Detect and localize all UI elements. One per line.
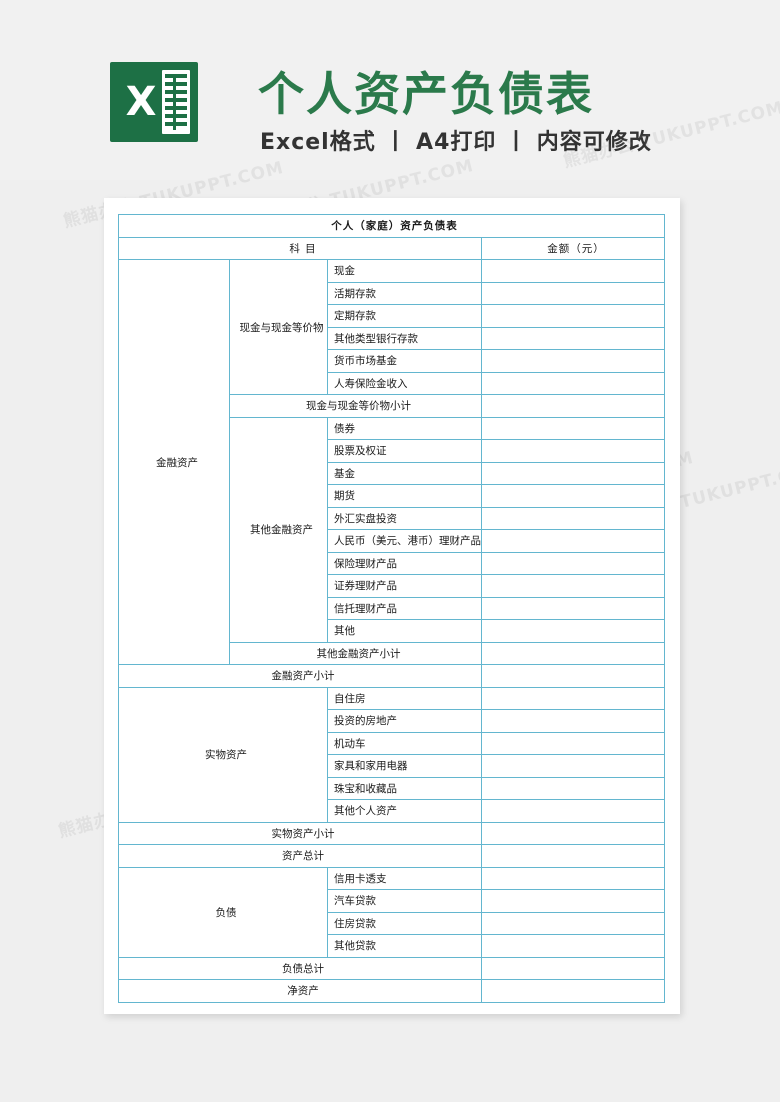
subtotal-other-financial: 其他金融资产小计 (229, 641, 482, 665)
value-stock-warrant[interactable] (481, 439, 665, 463)
total-liabilities: 负债总计 (118, 956, 482, 980)
item-motor-vehicle: 机动车 (327, 731, 482, 755)
subgroup-other-financial: 其他金融资产 (229, 416, 328, 643)
excel-logo-grid-icon (162, 70, 190, 134)
item-securities-wealth-product: 证券理财产品 (327, 574, 482, 598)
group-financial-assets: 金融资产 (118, 259, 230, 665)
total-assets: 资产总计 (118, 844, 482, 868)
table-row-total: 金融资产小计 (118, 664, 665, 688)
subtotal-financial-assets: 金融资产小计 (118, 664, 482, 688)
table-row: 负债 信用卡透支 (118, 866, 665, 958)
value-futures[interactable] (481, 484, 665, 508)
table-title: 个人（家庭）资产负债表 (118, 214, 665, 238)
item-money-market-fund: 货币市场基金 (327, 349, 482, 373)
item-credit-card-overdraft: 信用卡透支 (327, 866, 482, 890)
value-liabilities-total[interactable] (481, 956, 665, 980)
item-investment-real-estate: 投资的房地产 (327, 709, 482, 733)
value-motor-vehicle[interactable] (481, 731, 665, 755)
item-furniture-appliance: 家具和家用电器 (327, 754, 482, 778)
item-life-insurance-income: 人寿保险金收入 (327, 371, 482, 395)
excel-logo-letter: X (125, 79, 157, 125)
item-forex-spot: 外汇实盘投资 (327, 506, 482, 530)
table-row: 金融资产 现金与现金等价物 现金 (118, 259, 665, 665)
value-securities-wealth-product[interactable] (481, 574, 665, 598)
table-row-total: 净资产 (118, 979, 665, 1003)
promo-subline: Excel格式 丨 A4打印 丨 内容可修改 (260, 130, 652, 155)
promo-banner: X 个人资产负债表 Excel格式 丨 A4打印 丨 内容可修改 (0, 0, 780, 180)
promo-headline: 个人资产负债表 (258, 67, 594, 121)
subgroup-cash-equivalents: 现金与现金等价物 (229, 259, 328, 395)
value-trust-wealth-product[interactable] (481, 596, 665, 620)
item-rmb-wealth-product: 人民币（美元、港币）理财产品 (327, 529, 482, 553)
page-root: X 个人资产负债表 Excel格式 丨 A4打印 丨 内容可修改 熊猫办公 TU… (0, 0, 780, 1102)
value-time-deposit[interactable] (481, 304, 665, 328)
header-subject: 科 目 (118, 236, 482, 260)
value-demand-deposit[interactable] (481, 281, 665, 305)
value-own-house[interactable] (481, 686, 665, 710)
table-row-total: 负债总计 (118, 956, 665, 980)
item-futures: 期货 (327, 484, 482, 508)
table-row-total: 资产总计 (118, 844, 665, 868)
item-own-house: 自住房 (327, 686, 482, 710)
item-housing-loan: 住房贷款 (327, 911, 482, 935)
table-title-row: 个人（家庭）资产负债表 (118, 214, 665, 238)
value-insurance-wealth-product[interactable] (481, 551, 665, 575)
item-car-loan: 汽车贷款 (327, 889, 482, 913)
value-other-personal-asset[interactable] (481, 799, 665, 823)
value-physical-assets-subtotal[interactable] (481, 821, 665, 845)
item-other-bank-deposit: 其他类型银行存款 (327, 326, 482, 350)
value-cash-equivalents-subtotal[interactable] (481, 394, 665, 418)
value-assets-total[interactable] (481, 844, 665, 868)
item-other: 其他 (327, 619, 482, 643)
value-credit-card-overdraft[interactable] (481, 866, 665, 890)
group-physical-assets: 实物资产 (118, 686, 328, 823)
header-amount: 金额（元） (481, 236, 665, 260)
value-other-bank-deposit[interactable] (481, 326, 665, 350)
value-rmb-wealth-product[interactable] (481, 529, 665, 553)
subtotal-physical-assets: 实物资产小计 (118, 821, 482, 845)
item-other-loan: 其他贷款 (327, 934, 482, 958)
table-row-total: 实物资产小计 (118, 821, 665, 845)
value-money-market-fund[interactable] (481, 349, 665, 373)
value-fund[interactable] (481, 461, 665, 485)
group-liabilities: 负债 (118, 866, 328, 958)
value-car-loan[interactable] (481, 889, 665, 913)
item-cash: 现金 (327, 259, 482, 283)
value-investment-real-estate[interactable] (481, 709, 665, 733)
item-other-personal-asset: 其他个人资产 (327, 799, 482, 823)
net-assets: 净资产 (118, 979, 482, 1003)
item-jewelry-collection: 珠宝和收藏品 (327, 776, 482, 800)
table-header-row: 科 目 金额（元） (118, 236, 665, 260)
value-life-insurance-income[interactable] (481, 371, 665, 395)
excel-logo-icon: X (110, 62, 198, 142)
value-forex-spot[interactable] (481, 506, 665, 530)
value-net-assets[interactable] (481, 979, 665, 1003)
item-insurance-wealth-product: 保险理财产品 (327, 551, 482, 575)
value-other[interactable] (481, 619, 665, 643)
value-other-loan[interactable] (481, 934, 665, 958)
item-fund: 基金 (327, 461, 482, 485)
value-furniture-appliance[interactable] (481, 754, 665, 778)
balance-sheet-table: 个人（家庭）资产负债表 科 目 金额（元） 金融资产 现金与现金等价物 现金 活… (118, 214, 665, 1003)
item-time-deposit: 定期存款 (327, 304, 482, 328)
item-stock-warrant: 股票及权证 (327, 439, 482, 463)
subtotal-cash-equivalents: 现金与现金等价物小计 (229, 394, 482, 418)
value-cash[interactable] (481, 259, 665, 283)
item-trust-wealth-product: 信托理财产品 (327, 596, 482, 620)
table-row: 实物资产 自住房 (118, 686, 665, 823)
item-bond: 债券 (327, 416, 482, 440)
value-other-financial-subtotal[interactable] (481, 641, 665, 665)
value-jewelry-collection[interactable] (481, 776, 665, 800)
item-demand-deposit: 活期存款 (327, 281, 482, 305)
value-bond[interactable] (481, 416, 665, 440)
value-housing-loan[interactable] (481, 911, 665, 935)
value-financial-assets-subtotal[interactable] (481, 664, 665, 688)
